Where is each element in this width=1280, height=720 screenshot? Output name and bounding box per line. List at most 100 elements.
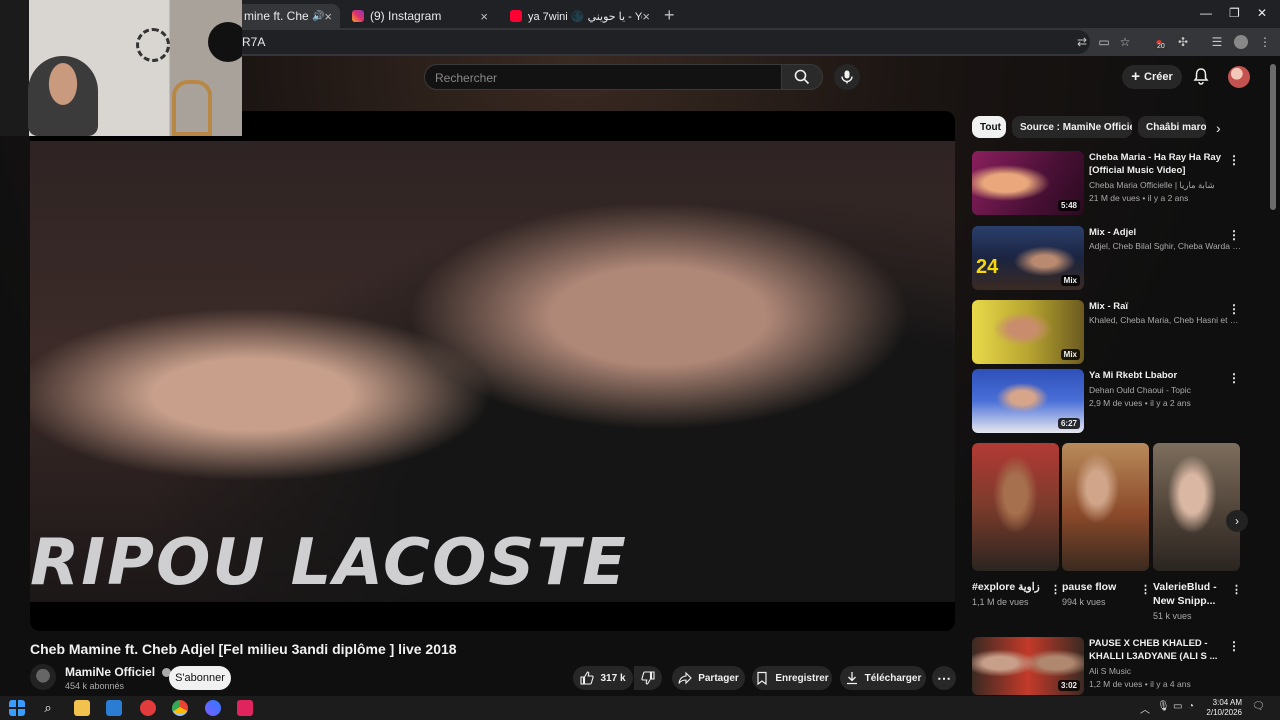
translate-icon[interactable]: ⇄ bbox=[1075, 35, 1089, 49]
thumbnail-number: 24 bbox=[976, 256, 999, 278]
instagram-icon bbox=[352, 10, 364, 22]
chevron-right-icon[interactable]: › bbox=[1216, 120, 1221, 136]
video-thumbnail[interactable]: Mix bbox=[972, 300, 1084, 364]
file-explorer-icon[interactable] bbox=[74, 700, 90, 716]
video-thumbnail[interactable]: 6:27 bbox=[972, 369, 1084, 433]
channel-name: Cheba Maria Officielle | شابة ماريا bbox=[1089, 180, 1215, 190]
share-button[interactable]: Partager bbox=[672, 666, 745, 690]
cast-icon[interactable]: ▭ bbox=[1097, 35, 1111, 49]
channel-name-text: MamiNe Officiel bbox=[65, 665, 156, 679]
tab-label: ya 7wini 🌑 يا حويني - YouTube bbox=[528, 10, 642, 23]
volume-icon[interactable]: ◔ bbox=[1188, 701, 1194, 712]
create-button[interactable]: + Créer bbox=[1122, 65, 1182, 89]
more-vert-icon[interactable]: ⋮ bbox=[1228, 371, 1240, 385]
tab-youtube[interactable]: ya 7wini 🌑 يا حويني - YouTube × bbox=[502, 4, 658, 28]
bookmark-star-icon[interactable]: ☆ bbox=[1118, 35, 1132, 49]
page-scrollbar[interactable] bbox=[1270, 64, 1276, 210]
shorts-next-button[interactable]: › bbox=[1226, 510, 1248, 532]
duration-badge: 3:02 bbox=[1057, 680, 1080, 691]
streamer bbox=[28, 56, 98, 136]
reading-list-icon[interactable]: ☰ bbox=[1210, 35, 1224, 49]
headset bbox=[208, 22, 242, 62]
more-vert-icon[interactable]: ⋮ bbox=[1140, 583, 1151, 596]
profile-icon[interactable] bbox=[1234, 35, 1248, 49]
new-tab-button[interactable]: + bbox=[664, 5, 675, 26]
windows-start-icon[interactable] bbox=[9, 700, 25, 716]
chrome-icon[interactable] bbox=[172, 700, 188, 716]
short-thumbnail[interactable] bbox=[1153, 443, 1240, 571]
video-thumbnail[interactable]: 5:48 bbox=[972, 151, 1084, 215]
chip-all[interactable]: Tout bbox=[972, 116, 1006, 138]
taskbar-clock[interactable]: 3:04 AM 2/10/2026 bbox=[1196, 698, 1242, 718]
search-icon[interactable]: ⌕ bbox=[40, 700, 56, 716]
channel-name[interactable]: MamiNe Officiel bbox=[65, 665, 172, 679]
notification-icon[interactable]: 🗨 bbox=[1252, 701, 1265, 712]
video-thumbnail[interactable]: 24 Mix bbox=[972, 226, 1084, 290]
restore-icon[interactable]: ❐ bbox=[1229, 6, 1240, 20]
video-frame[interactable]: RIPOU LACOSTE bbox=[30, 141, 955, 602]
channel-name: Adjel, Cheb Bilal Sghir, Cheba Warda et … bbox=[1089, 241, 1241, 251]
search-placeholder: Rechercher bbox=[435, 71, 498, 85]
messenger-icon[interactable] bbox=[205, 700, 221, 716]
short-item[interactable]: ValerieBlud - New Snipp... 51 k vues ⋮ bbox=[1153, 443, 1242, 621]
short-item[interactable]: #explore زاوية 1,1 M de vues ⋮ bbox=[972, 443, 1061, 607]
short-title: pause flow bbox=[1062, 581, 1117, 593]
close-tab-icon[interactable]: × bbox=[480, 9, 488, 24]
more-vert-icon[interactable]: ⋮ bbox=[1228, 639, 1240, 653]
recommendation-item[interactable]: 6:27 Ya Mi Rkebt Lbabor Dehan Ould Chaou… bbox=[972, 369, 1252, 433]
url-text: R7A bbox=[242, 35, 266, 49]
recommendation-item[interactable]: 24 Mix Mix - Adjel Adjel, Cheb Bilal Sgh… bbox=[972, 226, 1252, 290]
recommendation-item[interactable]: 3:02 PAUSE X CHEB KHALED - KHALLI L3ADYA… bbox=[972, 637, 1252, 701]
channel-avatar[interactable] bbox=[30, 664, 56, 690]
video-overlay-text: RIPOU LACOSTE bbox=[30, 526, 628, 600]
minimize-icon[interactable]: — bbox=[1200, 6, 1212, 20]
extension-badge: 20 bbox=[1155, 43, 1167, 50]
video-player[interactable]: RIPOU LACOSTE bbox=[30, 111, 955, 631]
search-input[interactable]: Rechercher bbox=[424, 64, 782, 90]
like-button[interactable]: 317 k bbox=[573, 666, 633, 690]
voice-search-button[interactable] bbox=[834, 64, 860, 90]
short-views: 1,1 M de vues bbox=[972, 597, 1029, 607]
subscribe-button[interactable]: S'abonner bbox=[169, 666, 231, 690]
video-title: Cheba Maria - Ha Ray Ha Ray [Official Mu… bbox=[1089, 152, 1221, 176]
recommendation-item[interactable]: 5:48 Cheba Maria - Ha Ray Ha Ray [Offici… bbox=[972, 151, 1252, 215]
video-thumbnail[interactable]: 3:02 bbox=[972, 637, 1084, 695]
recommendation-item[interactable]: Mix Mix - Raï Khaled, Cheba Maria, Cheb … bbox=[972, 300, 1252, 364]
app-icon[interactable] bbox=[237, 700, 253, 716]
clock-time: 3:04 AM bbox=[1212, 698, 1242, 707]
chair bbox=[172, 80, 212, 136]
short-item[interactable]: pause flow 994 k vues ⋮ bbox=[1062, 443, 1151, 607]
store-icon[interactable] bbox=[106, 700, 122, 716]
microphone-tray-icon[interactable]: 🎙 bbox=[1157, 701, 1170, 712]
chip-source[interactable]: Source : MamiNe Officiel bbox=[1012, 116, 1132, 138]
notifications-bell-icon[interactable] bbox=[1192, 67, 1210, 85]
more-vert-icon[interactable]: ⋮ bbox=[1228, 228, 1240, 242]
more-vert-icon[interactable]: ⋮ bbox=[1228, 302, 1240, 316]
app-icon[interactable] bbox=[140, 700, 156, 716]
more-actions-button[interactable]: ⋯ bbox=[932, 666, 956, 690]
more-vert-icon[interactable]: ⋮ bbox=[1050, 583, 1061, 596]
menu-kebab-icon[interactable]: ⋮ bbox=[1258, 35, 1272, 49]
download-button[interactable]: Télécharger bbox=[840, 666, 926, 690]
more-vert-icon[interactable]: ⋮ bbox=[1228, 153, 1240, 167]
short-thumbnail[interactable] bbox=[972, 443, 1059, 571]
account-avatar[interactable] bbox=[1228, 66, 1250, 88]
close-tab-icon[interactable]: × bbox=[642, 9, 650, 24]
search-button[interactable] bbox=[781, 64, 823, 90]
tray-overflow-icon[interactable]: ︿ bbox=[1140, 701, 1150, 716]
tab-instagram[interactable]: (9) Instagram × bbox=[344, 4, 496, 28]
windows-taskbar: ⌕ bbox=[0, 696, 1280, 720]
more-vert-icon[interactable]: ⋮ bbox=[1231, 583, 1242, 596]
window-close-icon[interactable]: ✕ bbox=[1257, 6, 1267, 20]
chip-chaabi[interactable]: Chaâbi maroc bbox=[1138, 116, 1206, 138]
short-thumbnail[interactable] bbox=[1062, 443, 1149, 571]
network-icon[interactable]: ▭ bbox=[1173, 701, 1182, 712]
puzzle-icon[interactable]: ✣ bbox=[1176, 35, 1190, 49]
search-icon bbox=[794, 69, 810, 85]
dislike-button[interactable] bbox=[634, 666, 662, 690]
video-title: PAUSE X CHEB KHALED - KHALLI L3ADYANE (A… bbox=[1089, 638, 1218, 662]
save-button[interactable]: Enregistrer bbox=[752, 666, 832, 690]
close-tab-icon[interactable]: × bbox=[324, 9, 332, 24]
address-bar[interactable]: R7A bbox=[230, 30, 1090, 54]
tab-current-video[interactable]: mine ft. Cheb Adje 🔊 × bbox=[236, 4, 340, 28]
